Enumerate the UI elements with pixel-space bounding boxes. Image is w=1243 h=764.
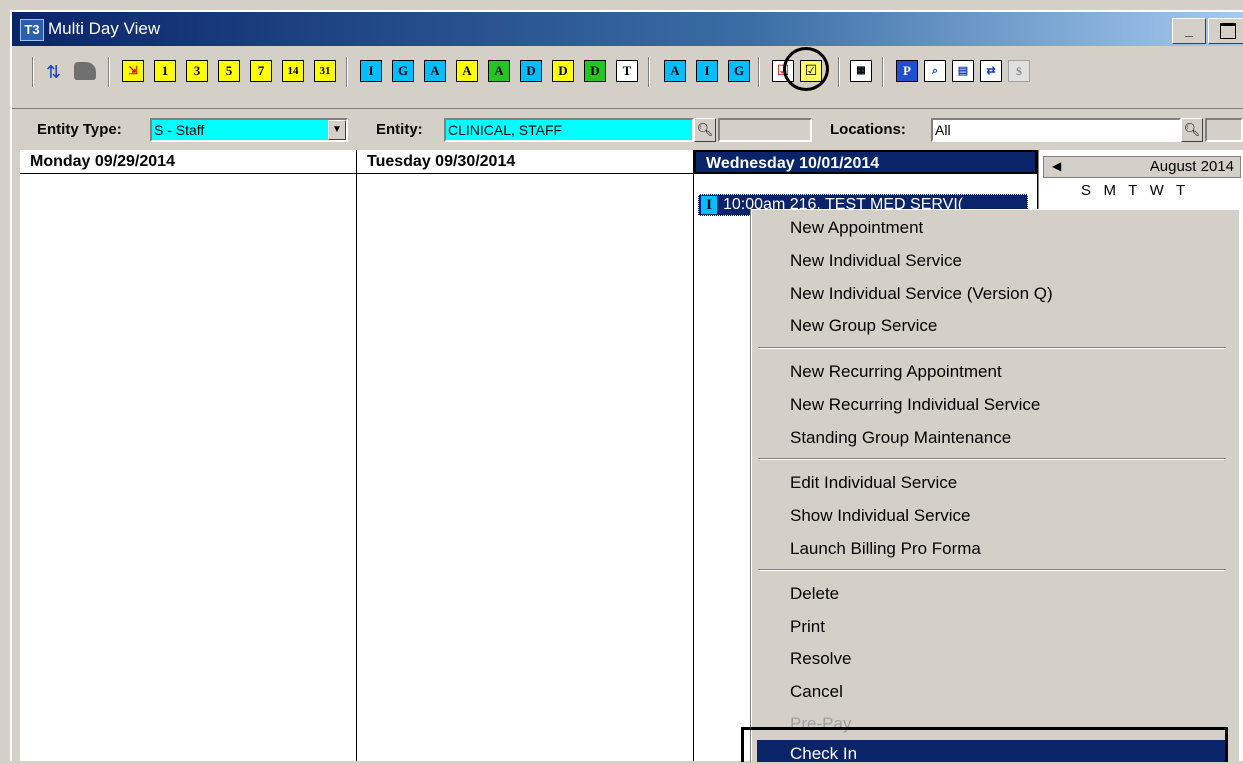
filter-a-green-button[interactable]: A (488, 60, 510, 82)
fourteen-day-button[interactable]: 14 (282, 60, 304, 82)
menu-item-edit-individual-service[interactable]: Edit Individual Service (790, 473, 957, 493)
menu-separator (758, 458, 1226, 460)
seven-day-button[interactable]: 7 (250, 60, 272, 82)
context-menu: New Appointment New Individual Service N… (741, 209, 1239, 763)
minimize-button[interactable]: _ (1172, 18, 1206, 44)
app-icon: T3 (20, 19, 44, 41)
day-column-tuesday[interactable]: Tuesday 09/30/2014 (357, 150, 694, 761)
view-g-button[interactable]: G (728, 60, 750, 82)
toolbar-separator (346, 57, 348, 87)
entity-search-icon[interactable]: 🔍︎ (694, 118, 716, 142)
menu-item-cancel[interactable]: Cancel (790, 682, 843, 702)
locations-field[interactable]: All (931, 118, 1181, 142)
toolbar-separator (648, 57, 650, 87)
provider-p-button[interactable]: P (896, 60, 918, 82)
menu-item-new-recurring-appointment[interactable]: New Recurring Appointment (790, 362, 1002, 382)
day-column-monday[interactable]: Monday 09/29/2014 (20, 150, 357, 761)
day-header-selected: Wednesday 10/01/2014 (694, 150, 1037, 174)
appointment-type-badge: I (701, 196, 717, 214)
day-header: Tuesday 09/30/2014 (357, 150, 693, 174)
view-i-button[interactable]: I (696, 60, 718, 82)
entity-label: Entity: (376, 121, 423, 138)
menu-item-standing-group-maintenance[interactable]: Standing Group Maintenance (790, 428, 1011, 448)
filter-d-yellow-button[interactable]: D (552, 60, 574, 82)
filter-t-button[interactable]: T (616, 60, 638, 82)
search-report-icon[interactable]: ⌕ (924, 60, 946, 82)
filter-d-green-button[interactable]: D (584, 60, 606, 82)
filter-a-yellow-button[interactable]: A (456, 60, 478, 82)
weekday-row: S M T W T (1081, 182, 1186, 199)
menu-separator (758, 569, 1226, 571)
menu-separator (758, 347, 1226, 349)
printer-icon[interactable] (74, 62, 96, 80)
filter-bar: Entity Type: S - Staff ▼ Entity: CLINICA… (12, 108, 1243, 151)
menu-item-print[interactable]: Print (790, 617, 825, 637)
filter-i-button[interactable]: I (360, 60, 382, 82)
one-day-button[interactable]: 1 (154, 60, 176, 82)
menu-item-delete[interactable]: Delete (790, 584, 839, 604)
menu-item-new-individual-service-version-q[interactable]: New Individual Service (Version Q) (790, 284, 1053, 304)
highlight-box (741, 727, 1228, 762)
toolbar-separator (758, 57, 760, 87)
billing-dollar-icon[interactable]: $ (1008, 60, 1030, 82)
filter-d-button[interactable]: D (520, 60, 542, 82)
locations-label: Locations: (830, 121, 906, 138)
today-calendar-icon[interactable]: ⇲ (122, 60, 144, 82)
toolbar-separator (108, 57, 110, 87)
filter-a-button[interactable]: A (424, 60, 446, 82)
month-title: August 2014 (1149, 158, 1234, 175)
toolbar: ⇅ ⇲ 1 3 5 7 14 31 I G A A A D D D T A I … (12, 47, 1243, 100)
menu-item-new-group-service[interactable]: New Group Service (790, 316, 937, 336)
chevron-down-icon[interactable]: ▼ (328, 120, 346, 140)
refresh-icon[interactable]: ⇅ (46, 62, 61, 83)
view-a-button[interactable]: A (664, 60, 686, 82)
five-day-button[interactable]: 5 (218, 60, 240, 82)
entity-field[interactable]: CLINICAL, STAFF (444, 118, 694, 142)
export-icon[interactable]: ⇄ (980, 60, 1002, 82)
highlight-circle (783, 47, 829, 91)
title-bar[interactable]: T3 Multi Day View _ (12, 12, 1243, 46)
maximize-button[interactable] (1208, 18, 1243, 44)
thirty-one-day-button[interactable]: 31 (314, 60, 336, 82)
previous-month-icon[interactable]: ◀ (1052, 159, 1061, 173)
locations-search-icon[interactable]: 🔍︎ (1181, 118, 1203, 142)
month-header: ◀ August 2014 (1043, 156, 1241, 178)
menu-item-resolve[interactable]: Resolve (790, 649, 851, 669)
schedule-icon[interactable]: ▤ (952, 60, 974, 82)
three-day-button[interactable]: 3 (186, 60, 208, 82)
toolbar-separator (882, 57, 884, 87)
day-header: Monday 09/29/2014 (20, 150, 356, 174)
menu-item-new-recurring-individual-service[interactable]: New Recurring Individual Service (790, 395, 1040, 415)
toolbar-separator (838, 57, 840, 87)
locations-code-field (1205, 118, 1243, 142)
entity-code-field (718, 118, 812, 142)
menu-item-new-individual-service[interactable]: New Individual Service (790, 251, 962, 271)
calendar-grid-icon[interactable]: ▦ (850, 60, 872, 82)
window-title: Multi Day View (48, 19, 161, 38)
filter-g-button[interactable]: G (392, 60, 414, 82)
toolbar-separator (32, 57, 34, 87)
menu-item-new-appointment[interactable]: New Appointment (790, 218, 923, 238)
maximize-icon (1220, 23, 1236, 39)
menu-item-launch-billing-pro-forma[interactable]: Launch Billing Pro Forma (790, 539, 981, 559)
entity-type-select[interactable]: S - Staff (150, 118, 348, 142)
menu-item-show-individual-service[interactable]: Show Individual Service (790, 506, 970, 526)
entity-type-label: Entity Type: (37, 121, 122, 138)
